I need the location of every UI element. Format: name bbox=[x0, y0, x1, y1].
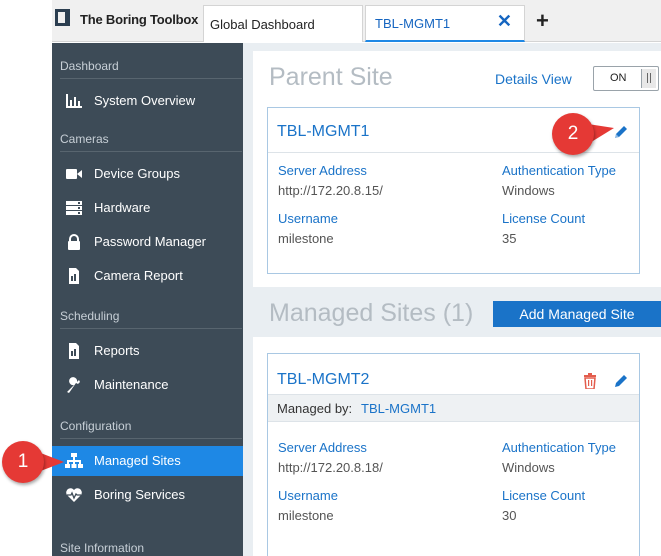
license-count-value: 35 bbox=[502, 231, 517, 246]
sidebar-section-site-information: Site Information bbox=[60, 541, 145, 555]
app-title: The Boring Toolbox bbox=[80, 12, 199, 27]
close-tab-icon[interactable]: ✕ bbox=[497, 11, 512, 32]
server-address-value: http://172.20.8.18/ bbox=[278, 460, 383, 475]
managed-sites-title: Managed Sites (1) bbox=[269, 299, 474, 327]
sidebar-section-scheduling: Scheduling bbox=[60, 309, 120, 323]
site-name: TBL-MGMT1 bbox=[277, 123, 370, 140]
details-view-link[interactable]: Details View bbox=[495, 71, 572, 87]
license-count-label: License Count bbox=[502, 488, 586, 503]
divider bbox=[60, 151, 242, 152]
sidebar-item-boring-services[interactable]: Boring Services bbox=[52, 480, 243, 510]
toggle-label: ON bbox=[610, 72, 627, 84]
sidebar-item-label: Reports bbox=[94, 343, 140, 358]
sidebar-item-reports[interactable]: Reports bbox=[52, 336, 243, 366]
add-managed-site-button[interactable]: Add Managed Site bbox=[493, 301, 661, 327]
username-value: milestone bbox=[278, 508, 334, 523]
tab-global-dashboard[interactable]: Global Dashboard bbox=[203, 5, 363, 42]
server-address-label: Server Address bbox=[278, 440, 367, 455]
bar-chart-icon bbox=[66, 94, 82, 108]
server-icon bbox=[66, 201, 82, 215]
report-icon bbox=[69, 268, 79, 284]
sidebar-item-label: Maintenance bbox=[94, 377, 169, 392]
tab-tbl-mgmt1[interactable]: TBL-MGMT1 ✕ bbox=[365, 5, 525, 42]
auth-type-value: Windows bbox=[502, 183, 555, 198]
sidebar-item-camera-report[interactable]: Camera Report bbox=[52, 261, 243, 291]
server-address-value: http://172.20.8.15/ bbox=[278, 183, 383, 198]
managed-by-label: Managed by: bbox=[277, 401, 353, 416]
auth-type-value: Windows bbox=[502, 460, 555, 475]
toggle-knob bbox=[641, 69, 656, 88]
sidebar-item-system-overview[interactable]: System Overview bbox=[52, 86, 243, 116]
sidebar-item-label: Managed Sites bbox=[94, 453, 181, 468]
video-camera-icon bbox=[66, 169, 82, 179]
site-name: TBL-MGMT2 bbox=[277, 371, 370, 388]
main-content: Parent Site Details View ON TBL-MGMT1 Se… bbox=[243, 43, 661, 556]
app-logo-icon bbox=[55, 9, 70, 26]
delete-trash-icon[interactable] bbox=[583, 373, 597, 389]
divider bbox=[60, 78, 242, 79]
auth-type-label: Authentication Type bbox=[502, 163, 616, 178]
tab-label: Global Dashboard bbox=[210, 17, 315, 32]
sidebar-item-label: Hardware bbox=[94, 200, 151, 215]
callout-2-badge: 2 bbox=[552, 113, 594, 155]
sidebar-item-label: Boring Services bbox=[94, 487, 186, 502]
managed-site-card: TBL-MGMT2 Managed by: TBL-MGMT1 Server A… bbox=[267, 353, 640, 556]
sidebar-item-managed-sites[interactable]: Managed Sites bbox=[52, 446, 243, 476]
auth-type-label: Authentication Type bbox=[502, 440, 616, 455]
sidebar-item-password-manager[interactable]: Password Manager bbox=[52, 227, 243, 257]
callout-1-badge: 1 bbox=[2, 441, 44, 483]
sidebar-section-cameras: Cameras bbox=[60, 132, 109, 146]
managed-by-bar: Managed by: TBL-MGMT1 bbox=[268, 394, 639, 422]
tab-label: TBL-MGMT1 bbox=[375, 16, 451, 31]
username-value: milestone bbox=[278, 231, 334, 246]
license-count-label: License Count bbox=[502, 211, 586, 226]
server-address-label: Server Address bbox=[278, 163, 367, 178]
details-view-toggle[interactable]: ON bbox=[593, 66, 659, 91]
sidebar-item-device-groups[interactable]: Device Groups bbox=[52, 159, 243, 189]
divider bbox=[60, 438, 242, 439]
report-icon bbox=[69, 343, 79, 359]
managed-by-link[interactable]: TBL-MGMT1 bbox=[361, 401, 436, 416]
wrench-icon bbox=[67, 377, 80, 393]
sidebar-section-dashboard: Dashboard bbox=[60, 59, 119, 73]
username-label: Username bbox=[278, 488, 338, 503]
sidebar-item-maintenance[interactable]: Maintenance bbox=[52, 370, 243, 400]
sidebar-item-label: Camera Report bbox=[94, 268, 183, 283]
sidebar-section-configuration: Configuration bbox=[60, 419, 132, 433]
edit-pencil-icon[interactable] bbox=[613, 124, 629, 140]
divider bbox=[60, 328, 242, 329]
license-count-value: 30 bbox=[502, 508, 517, 523]
lock-icon bbox=[68, 234, 80, 250]
parent-site-title: Parent Site bbox=[269, 63, 393, 91]
username-label: Username bbox=[278, 211, 338, 226]
sidebar-item-hardware[interactable]: Hardware bbox=[52, 193, 243, 223]
parent-site-panel: Parent Site Details View ON TBL-MGMT1 Se… bbox=[253, 51, 661, 287]
sidebar-item-label: Device Groups bbox=[94, 166, 180, 181]
heartbeat-icon bbox=[66, 488, 82, 502]
edit-pencil-icon[interactable] bbox=[613, 373, 629, 389]
sidebar: Dashboard System Overview Cameras Device… bbox=[52, 43, 243, 556]
sitemap-icon bbox=[65, 453, 83, 468]
sidebar-item-label: Password Manager bbox=[94, 234, 206, 249]
sidebar-item-label: System Overview bbox=[94, 93, 196, 108]
add-tab-button[interactable]: + bbox=[536, 8, 549, 34]
title-bar: The Boring Toolbox Global Dashboard TBL-… bbox=[52, 0, 661, 42]
managed-sites-panel: TBL-MGMT2 Managed by: TBL-MGMT1 Server A… bbox=[253, 337, 661, 556]
